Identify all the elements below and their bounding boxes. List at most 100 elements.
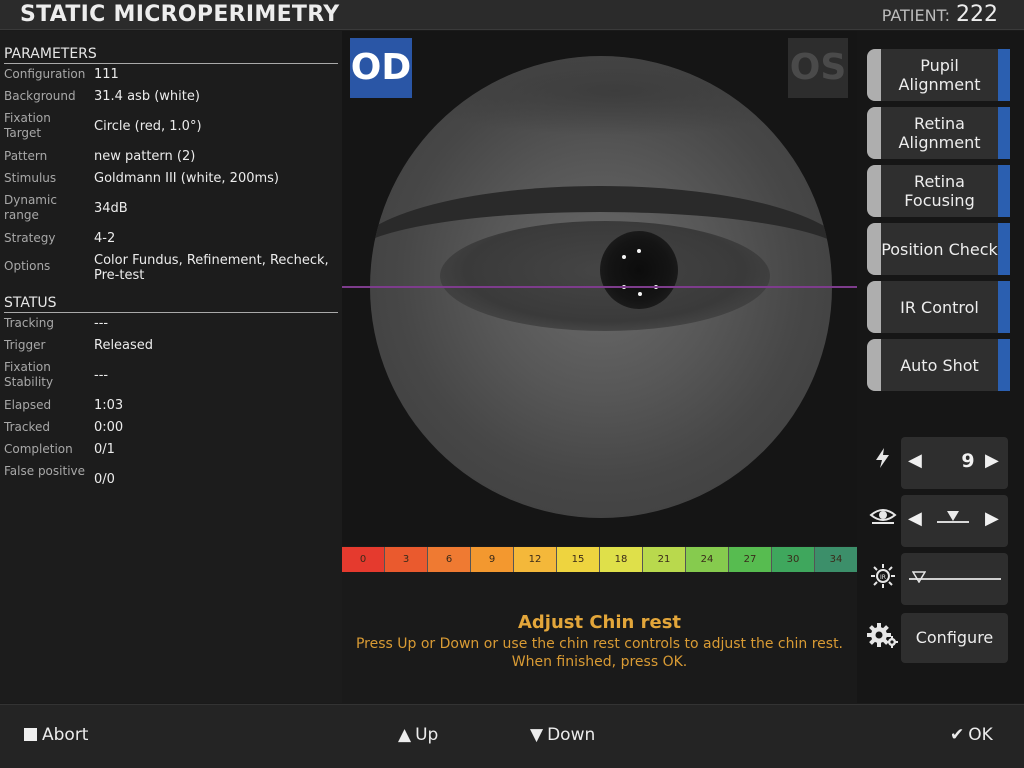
eye-camera-view[interactable]: OD OS — [342, 31, 857, 546]
retina-alignment-button[interactable]: Retina Alignment — [867, 107, 1010, 159]
status-label: Tracked — [4, 420, 50, 434]
up-button[interactable]: ▲ Up — [398, 725, 438, 745]
triangle-up-icon: ▲ — [398, 725, 412, 745]
scale-cell: 3 — [385, 547, 428, 572]
status-label: Elapsed — [4, 398, 52, 412]
scale-cell: 15 — [557, 547, 600, 572]
flash-value: 9 — [961, 450, 975, 472]
ir-slider-control — [901, 553, 1008, 605]
button-left-strip — [867, 223, 881, 275]
info-panel: PARAMETERS Configuration 111 Background … — [0, 31, 342, 703]
button-right-strip — [998, 165, 1010, 217]
param-value: 34dB — [94, 201, 128, 216]
button-left-strip — [867, 165, 881, 217]
button-label: Position Check — [881, 239, 998, 259]
ok-label: OK — [968, 725, 993, 745]
flash-decrease-arrow[interactable]: ◀ — [908, 450, 922, 471]
button-label: Retina Focusing — [904, 172, 975, 210]
scale-cell: 24 — [686, 547, 729, 572]
configure-button[interactable]: Configure — [901, 613, 1008, 663]
button-label: Retina Alignment — [898, 114, 981, 152]
app-title: STATIC MICROPERIMETRY — [20, 2, 340, 27]
scale-cell: 12 — [514, 547, 557, 572]
scale-cell: 0 — [342, 547, 385, 572]
param-label: Options — [4, 259, 51, 273]
triangle-down-icon: ▼ — [530, 725, 544, 745]
button-left-strip — [867, 339, 881, 391]
up-label: Up — [415, 725, 439, 745]
button-label: Pupil Alignment — [898, 56, 981, 94]
status-label: Completion — [4, 442, 73, 456]
gear-icon — [867, 621, 899, 653]
retina-focusing-button[interactable]: Retina Focusing — [867, 165, 1010, 217]
eye-slider-control: ◀ ▶ — [901, 495, 1008, 547]
eye-slider-decrease-arrow[interactable]: ◀ — [908, 508, 922, 529]
alignment-line — [342, 286, 857, 288]
eye-slider-track[interactable] — [937, 521, 969, 523]
pupil — [600, 231, 678, 309]
footer-bar: Abort ▲ Up ▼ Down ✔ OK — [0, 704, 1024, 768]
ok-button[interactable]: ✔ OK — [950, 725, 993, 745]
param-label: Fixation Target — [4, 111, 51, 140]
status-heading: STATUS — [4, 295, 338, 313]
position-check-button[interactable]: Position Check — [867, 223, 1010, 275]
status-value: 0/1 — [94, 442, 115, 457]
scale-cell: 30 — [772, 547, 815, 572]
status-value: 0:00 — [94, 420, 124, 435]
status-value: 1:03 — [94, 398, 124, 413]
flash-increase-arrow[interactable]: ▶ — [985, 450, 999, 471]
status-label: Tracking — [4, 316, 54, 330]
button-right-strip — [998, 49, 1010, 101]
status-label: False positive — [4, 464, 86, 478]
param-value: 4-2 — [94, 231, 116, 246]
status-label: Trigger — [4, 338, 46, 352]
eyebrow-shade — [400, 56, 830, 136]
status-value: 0/0 — [94, 472, 115, 487]
status-value: Released — [94, 338, 154, 353]
param-value: Circle (red, 1.0°) — [94, 119, 202, 134]
ir-sun-icon: IR — [867, 563, 899, 595]
button-right-strip — [998, 107, 1010, 159]
patient-label: PATIENT: — [881, 6, 950, 25]
lightning-icon — [867, 447, 899, 479]
param-label: Stimulus — [4, 171, 57, 185]
corneal-glint — [637, 249, 641, 253]
eye-slider-thumb[interactable] — [947, 511, 959, 521]
scale-cell: 21 — [643, 547, 686, 572]
flash-stepper: ◀ 9 ▶ — [901, 437, 1008, 489]
button-right-strip — [998, 223, 1010, 275]
od-eye-selector[interactable]: OD — [350, 38, 412, 98]
parameters-heading: PARAMETERS — [4, 46, 338, 64]
button-right-strip — [998, 339, 1010, 391]
os-eye-selector[interactable]: OS — [788, 38, 848, 98]
pupil-alignment-button[interactable]: Pupil Alignment — [867, 49, 1010, 101]
param-label: Background — [4, 89, 76, 103]
eye-slider-increase-arrow[interactable]: ▶ — [985, 508, 999, 529]
button-label: IR Control — [900, 297, 979, 317]
instruction-title: Adjust Chin rest — [517, 612, 682, 633]
control-panel: Pupil Alignment Retina Alignment Retina … — [857, 31, 1024, 703]
param-label: Configuration — [4, 67, 86, 81]
abort-button[interactable]: Abort — [24, 725, 88, 745]
down-label: Down — [547, 725, 596, 745]
button-left-strip — [867, 49, 881, 101]
button-label: Auto Shot — [900, 355, 979, 375]
svg-text:IR: IR — [880, 574, 886, 581]
scale-cell: 27 — [729, 547, 772, 572]
scale-cell: 6 — [428, 547, 471, 572]
param-label: Dynamic range — [4, 193, 57, 222]
corneal-glint — [622, 255, 626, 259]
status-value: --- — [94, 316, 109, 331]
scale-cell: 18 — [600, 547, 643, 572]
down-button[interactable]: ▼ Down — [530, 725, 595, 745]
button-right-strip — [998, 281, 1010, 333]
ir-control-button[interactable]: IR Control — [867, 281, 1010, 333]
header-bar: STATIC MICROPERIMETRY PATIENT: 222 — [0, 0, 1024, 30]
param-label: Strategy — [4, 231, 56, 245]
corneal-glint — [638, 292, 642, 296]
checkmark-icon: ✔ — [950, 725, 965, 745]
scale-cell: 9 — [471, 547, 514, 572]
auto-shot-button[interactable]: Auto Shot — [867, 339, 1010, 391]
abort-label: Abort — [42, 725, 89, 745]
patient-id: 222 — [956, 2, 998, 27]
